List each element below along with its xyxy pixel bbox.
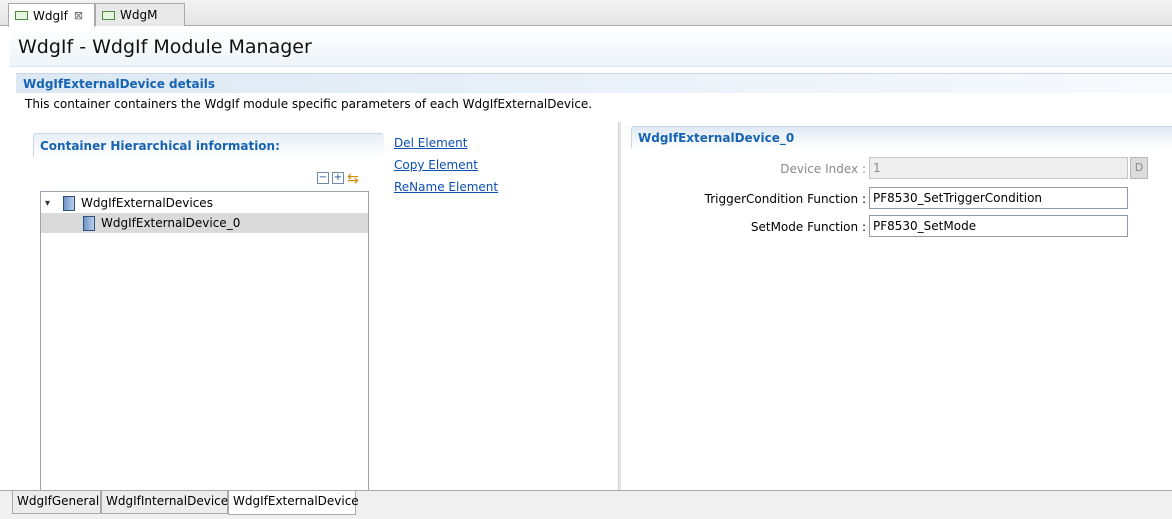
tab-wdgm[interactable]: WdgM bbox=[95, 3, 185, 26]
hierarchy-tree[interactable]: ▾ WdgIfExternalDevices WdgIfExternalDevi… bbox=[40, 191, 369, 493]
tree-node-label: WdgIfExternalDevice_0 bbox=[101, 216, 241, 230]
tab-wdgif[interactable]: WdgIf ⊠ bbox=[8, 3, 95, 27]
container-icon bbox=[83, 215, 95, 231]
hierarchy-group-header: Container Hierarchical information: bbox=[33, 133, 384, 157]
collapse-all-icon[interactable]: − bbox=[317, 172, 329, 184]
tab-label: WdgM bbox=[120, 8, 158, 22]
del-element-link[interactable]: Del Element bbox=[394, 136, 467, 150]
tab-wdgif-external-device[interactable]: WdgIfExternalDevice bbox=[228, 491, 359, 515]
details-title: WdgIfExternalDevice_0 bbox=[638, 131, 795, 145]
tab-label: WdgIf bbox=[33, 8, 68, 23]
sync-icon[interactable]: ⇆ bbox=[347, 172, 363, 186]
page-tab-bar: WdgIfGeneral WdgIfInternalDevice WdgIfEx… bbox=[0, 490, 1172, 519]
trigger-condition-field[interactable]: PF8530_SetTriggerCondition bbox=[869, 187, 1128, 209]
tree-node-external-devices[interactable]: ▾ WdgIfExternalDevices bbox=[45, 193, 213, 213]
set-mode-label: SetMode Function : bbox=[750, 220, 866, 234]
tab-wdgif-general[interactable]: WdgIfGeneral bbox=[12, 491, 101, 514]
default-button[interactable]: D bbox=[1130, 157, 1148, 179]
set-mode-field[interactable]: PF8530_SetMode bbox=[869, 215, 1128, 237]
module-icon bbox=[102, 10, 115, 20]
close-icon[interactable]: ⊠ bbox=[74, 9, 83, 22]
module-icon bbox=[15, 11, 28, 20]
trigger-condition-label: TriggerCondition Function : bbox=[704, 192, 866, 206]
copy-element-link[interactable]: Copy Element bbox=[394, 158, 478, 172]
editor-tab-bar: WdgIf ⊠ WdgM bbox=[0, 0, 1172, 27]
editor-header: WdgIf - WdgIf Module Manager bbox=[10, 27, 1172, 67]
section-description: This container containers the WdgIf modu… bbox=[25, 97, 593, 111]
rename-element-link[interactable]: ReName Element bbox=[394, 180, 498, 194]
tree-toolbar: − + ⇆ bbox=[317, 172, 363, 186]
expand-all-icon[interactable]: + bbox=[332, 172, 344, 184]
tree-node-label: WdgIfExternalDevices bbox=[81, 196, 213, 210]
tab-wdgif-internal-device[interactable]: WdgIfInternalDevice bbox=[101, 491, 228, 514]
tree-node-external-device-0[interactable]: WdgIfExternalDevice_0 bbox=[41, 213, 368, 233]
device-index-label: Device Index : bbox=[780, 162, 866, 176]
details-header: WdgIfExternalDevice_0 bbox=[631, 126, 1172, 148]
page-title: WdgIf - WdgIf Module Manager bbox=[18, 36, 312, 58]
section-header: WdgIfExternalDevice details bbox=[16, 73, 1172, 93]
section-title: WdgIfExternalDevice details bbox=[23, 77, 215, 91]
container-icon bbox=[63, 195, 75, 211]
chevron-down-icon[interactable]: ▾ bbox=[45, 198, 57, 209]
hierarchy-title: Container Hierarchical information: bbox=[40, 139, 280, 153]
pane-splitter[interactable] bbox=[618, 122, 621, 492]
device-index-field: 1 bbox=[869, 157, 1128, 179]
